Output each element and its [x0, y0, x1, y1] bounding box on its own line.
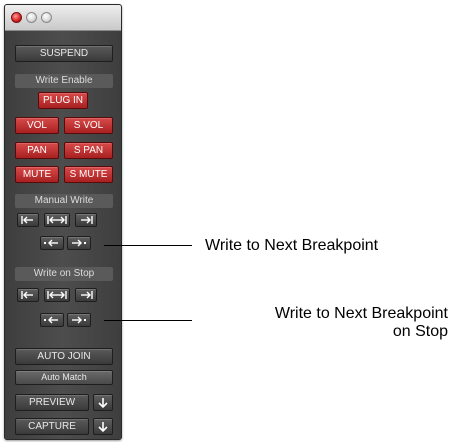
callout-line-next-breakpoint-on-stop [104, 320, 192, 321]
write-on-stop-to-next-breakpoint-button[interactable] [67, 313, 91, 327]
zoom-button[interactable] [41, 12, 52, 23]
minimize-button[interactable] [26, 12, 37, 23]
write-enable-header: Write Enable [15, 74, 113, 88]
callout-next-breakpoint-on-stop-line2: on Stop [392, 323, 448, 340]
suspend-button[interactable]: SUSPEND [15, 45, 113, 62]
down-arrow-icon [98, 398, 108, 409]
write-to-next-breakpoint-icon [72, 239, 86, 247]
write-on-stop-to-start-button[interactable] [17, 288, 39, 302]
pan-write-enable-button[interactable]: PAN [15, 142, 59, 159]
callout-next-breakpoint: Write to Next Breakpoint [205, 237, 379, 254]
write-to-start-icon [21, 291, 33, 299]
write-on-stop-to-end-button[interactable] [75, 288, 97, 302]
write-on-stop-to-previous-breakpoint-button[interactable] [40, 313, 64, 327]
close-button[interactable] [11, 12, 22, 23]
vol-write-enable-button[interactable]: VOL [15, 117, 59, 134]
send-vol-write-enable-button[interactable]: S VOL [64, 117, 113, 134]
write-on-stop-header: Write on Stop [15, 267, 113, 281]
send-mute-write-enable-button[interactable]: S MUTE [64, 166, 113, 183]
capture-button[interactable]: CAPTURE [15, 418, 89, 435]
send-pan-write-enable-button[interactable]: S PAN [64, 142, 113, 159]
callout-line-next-breakpoint [104, 245, 192, 246]
callout-next-breakpoint-on-stop: Write to Next Breakpoint on Stop [208, 305, 448, 341]
write-to-next-breakpoint-icon [72, 316, 86, 324]
write-on-stop-to-all-button[interactable] [44, 288, 70, 302]
auto-join-button[interactable]: AUTO JOIN [15, 348, 113, 365]
title-bar[interactable] [5, 5, 121, 31]
manual-write-header: Manual Write [15, 194, 113, 208]
manual-write-to-start-button[interactable] [17, 213, 39, 227]
manual-write-to-next-breakpoint-button[interactable] [67, 236, 91, 250]
preview-punch-button[interactable] [93, 394, 113, 411]
plugin-write-enable-button[interactable]: PLUG IN [38, 92, 88, 109]
write-to-all-icon [47, 216, 67, 224]
down-arrow-icon [98, 422, 108, 433]
write-to-end-icon [81, 291, 93, 299]
capture-punch-button[interactable] [93, 418, 113, 435]
write-to-previous-breakpoint-icon [44, 239, 58, 247]
write-to-end-icon [81, 216, 93, 224]
mute-write-enable-button[interactable]: MUTE [15, 166, 59, 183]
manual-write-to-previous-breakpoint-button[interactable] [40, 236, 64, 250]
preview-button[interactable]: PREVIEW [15, 394, 89, 411]
manual-write-to-all-button[interactable] [44, 213, 70, 227]
callout-next-breakpoint-on-stop-line1: Write to Next Breakpoint [274, 305, 448, 322]
write-to-previous-breakpoint-icon [44, 316, 58, 324]
write-to-all-icon [47, 291, 67, 299]
automation-panel: SUSPEND Write Enable PLUG IN VOL S VOL P… [5, 31, 121, 439]
write-to-start-icon [21, 216, 33, 224]
auto-match-button[interactable]: Auto Match [15, 370, 113, 385]
manual-write-to-end-button[interactable] [75, 213, 97, 227]
automation-window: SUSPEND Write Enable PLUG IN VOL S VOL P… [4, 4, 122, 440]
